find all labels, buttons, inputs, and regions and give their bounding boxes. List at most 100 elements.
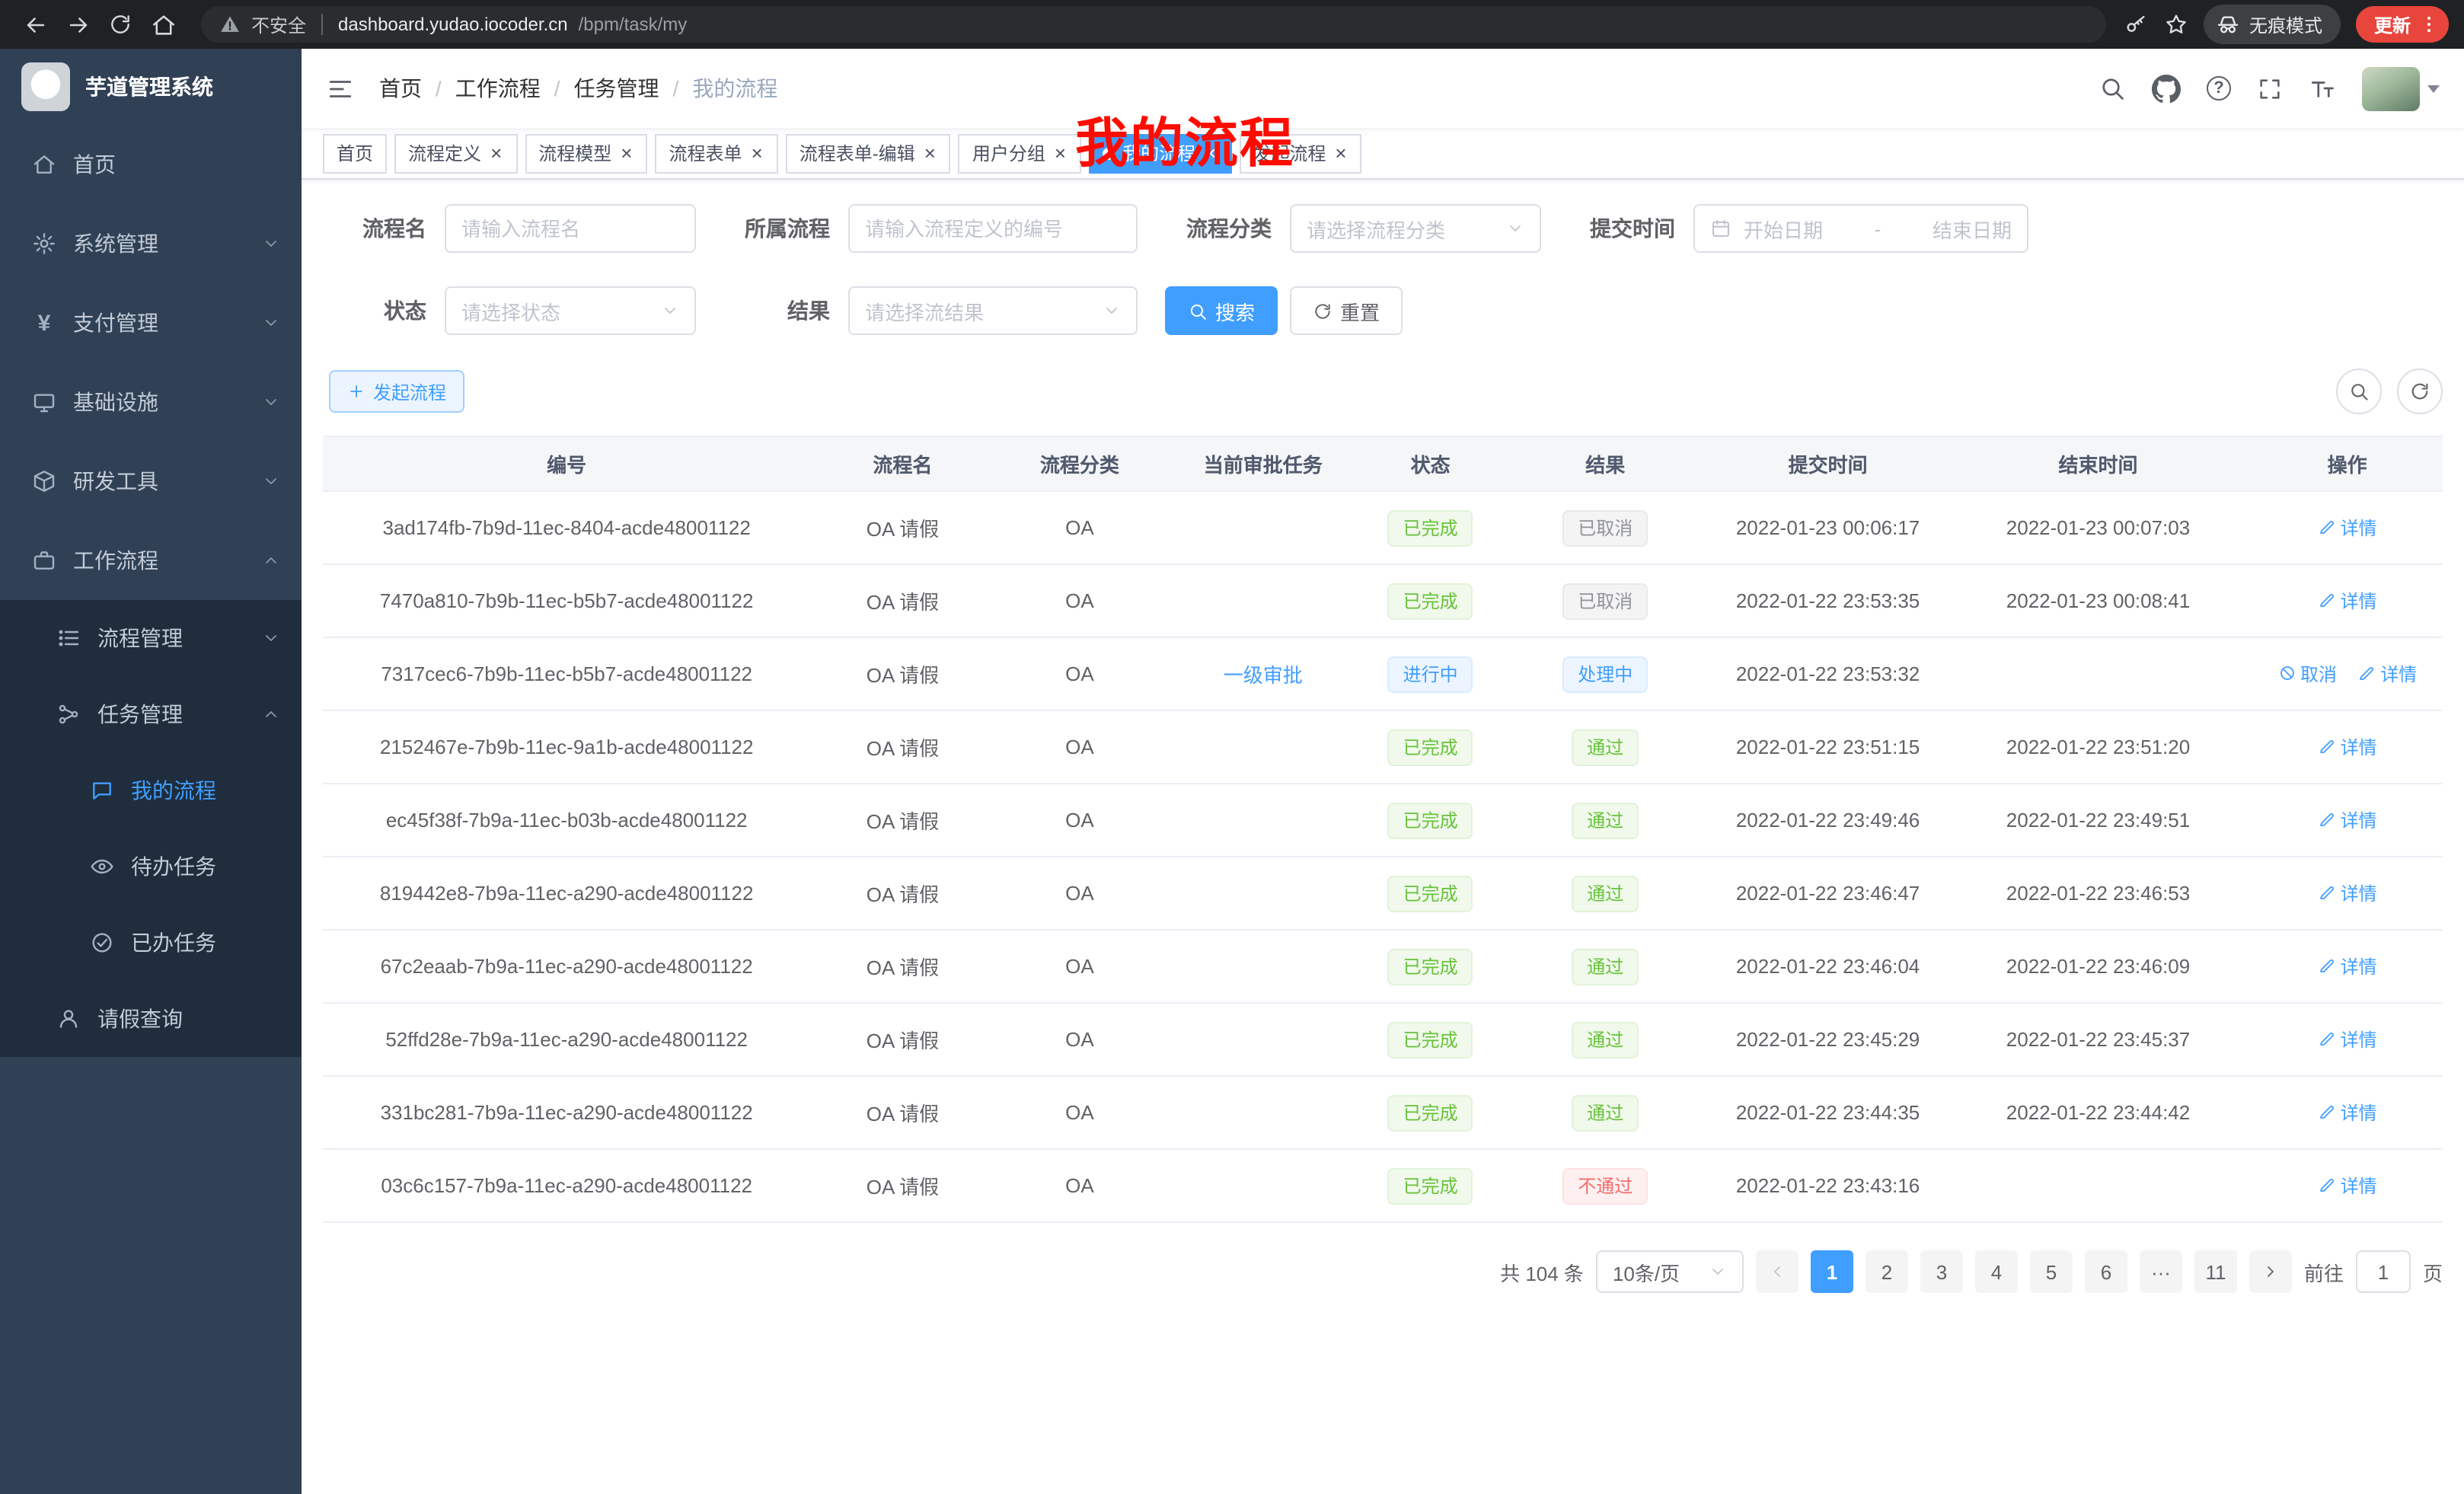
sidebar-item-leave-query[interactable]: 请假查询 xyxy=(0,981,302,1057)
user-menu[interactable] xyxy=(2362,66,2440,110)
cancel-link[interactable]: 取消 xyxy=(2277,661,2337,687)
address-bar[interactable]: 不安全 dashboard.yudao.iocoder.cn/bpm/task/… xyxy=(201,6,2106,43)
start-process-button[interactable]: 发起流程 xyxy=(329,370,464,413)
pagination: 共 104 条 10条/页 1 2 3 4 5 6 ··· 11 前往 页 xyxy=(323,1250,2443,1293)
sidebar-item-home[interactable]: 首页 xyxy=(0,125,302,204)
close-icon[interactable]: × xyxy=(489,143,503,163)
detail-link[interactable]: 详情 xyxy=(2318,515,2377,541)
help-icon[interactable]: ? xyxy=(2207,76,2231,101)
tab-home[interactable]: 首页 xyxy=(323,133,387,173)
cell-id: 331bc281-7b9a-11ec-a290-acde48001122 xyxy=(323,1076,810,1149)
update-button[interactable]: 更新 xyxy=(2356,6,2449,43)
chat-icon xyxy=(88,778,116,803)
detail-link[interactable]: 详情 xyxy=(2318,1100,2377,1125)
check-circle-icon xyxy=(88,931,116,955)
detail-link[interactable]: 详情 xyxy=(2318,1026,2377,1052)
tab-process-form-edit[interactable]: 流程表单-编辑× xyxy=(786,133,951,173)
close-icon[interactable]: × xyxy=(619,143,634,163)
sidebar-item-todo-tasks[interactable]: 待办任务 xyxy=(0,828,302,905)
key-icon[interactable] xyxy=(2124,12,2149,37)
cell-submit-time: 2022-01-22 23:43:16 xyxy=(1711,1149,1944,1222)
process-def-input[interactable] xyxy=(848,204,1138,253)
reset-button[interactable]: 重置 xyxy=(1290,286,1403,335)
cell-submit-time: 2022-01-22 23:45:29 xyxy=(1711,1003,1944,1076)
sidebar-item-system[interactable]: 系统管理 xyxy=(0,204,302,283)
tab-process-definition[interactable]: 流程定义× xyxy=(394,133,517,173)
fullscreen-icon[interactable] xyxy=(2257,75,2283,101)
close-icon[interactable]: × xyxy=(1053,143,1068,163)
browser-reload-button[interactable] xyxy=(101,5,140,44)
font-size-icon[interactable] xyxy=(2309,75,2336,102)
close-icon[interactable]: × xyxy=(923,143,937,163)
result-badge: 不通过 xyxy=(1562,1167,1648,1204)
detail-link[interactable]: 详情 xyxy=(2357,661,2417,687)
sidebar-item-task-mgmt[interactable]: 任务管理 xyxy=(0,676,302,752)
browser-home-button[interactable] xyxy=(143,5,183,44)
task-link[interactable]: 一级审批 xyxy=(1224,659,1303,688)
prev-page-button[interactable] xyxy=(1756,1250,1799,1293)
search-icon[interactable] xyxy=(2099,75,2126,102)
page-button-6[interactable]: 6 xyxy=(2085,1250,2127,1293)
category-select[interactable]: 请选择流程分类 xyxy=(1290,204,1541,253)
filter-status: 状态 请选择状态 xyxy=(329,286,696,335)
date-range-picker[interactable]: 开始日期 - 结束日期 xyxy=(1693,204,2028,253)
goto-page-input[interactable] xyxy=(2356,1250,2411,1293)
user-icon xyxy=(55,1007,82,1031)
chrome-actions: 无痕模式 更新 xyxy=(2124,5,2449,44)
sidebar-item-done-tasks[interactable]: 已办任务 xyxy=(0,905,302,981)
detail-link[interactable]: 详情 xyxy=(2318,1173,2377,1199)
result-select[interactable]: 请选择流结果 xyxy=(848,286,1138,335)
search-button[interactable]: 搜索 xyxy=(1165,286,1278,335)
sidebar-item-process-mgmt[interactable]: 流程管理 xyxy=(0,600,302,676)
browser-forward-button[interactable] xyxy=(58,5,97,44)
github-icon[interactable] xyxy=(2152,74,2181,103)
page-button-5[interactable]: 5 xyxy=(2030,1250,2073,1293)
page-ellipsis[interactable]: ··· xyxy=(2140,1250,2182,1293)
close-icon[interactable]: × xyxy=(750,143,764,163)
cell-id: 7470a810-7b9b-11ec-b5b7-acde48001122 xyxy=(323,564,810,637)
logo-image xyxy=(21,62,70,111)
detail-link[interactable]: 详情 xyxy=(2318,880,2377,906)
tab-user-group[interactable]: 用户分组× xyxy=(959,133,1081,173)
page-button-3[interactable]: 3 xyxy=(1920,1250,1963,1293)
close-icon[interactable]: × xyxy=(1333,143,1348,163)
cell-id: 52ffd28e-7b9a-11ec-a290-acde48001122 xyxy=(323,1003,810,1076)
next-page-button[interactable] xyxy=(2249,1250,2292,1293)
process-name-input[interactable] xyxy=(445,204,696,253)
sidebar-item-my-process[interactable]: 我的流程 xyxy=(0,752,302,828)
sidebar-item-payment[interactable]: ¥ 支付管理 xyxy=(0,283,302,362)
table-row: 331bc281-7b9a-11ec-a290-acde48001122 OA … xyxy=(323,1076,2443,1149)
result-badge: 处理中 xyxy=(1562,656,1648,692)
sidebar-item-devtools[interactable]: 研发工具 xyxy=(0,442,302,521)
breadcrumb-task-mgmt[interactable]: 任务管理 xyxy=(574,73,659,104)
browser-back-button[interactable] xyxy=(15,5,55,44)
page-button-4[interactable]: 4 xyxy=(1975,1250,2018,1293)
cell-category: OA xyxy=(995,564,1165,637)
chevron-right-icon xyxy=(2261,1263,2280,1281)
tab-process-model[interactable]: 流程模型× xyxy=(525,133,647,173)
bookmark-star-icon[interactable] xyxy=(2164,12,2188,37)
page-size-select[interactable]: 10条/页 xyxy=(1596,1250,1744,1293)
page-button-1[interactable]: 1 xyxy=(1811,1250,1853,1293)
page-button-11[interactable]: 11 xyxy=(2194,1250,2237,1293)
table-row: 52ffd28e-7b9a-11ec-a290-acde48001122 OA … xyxy=(323,1003,2443,1076)
detail-link[interactable]: 详情 xyxy=(2318,588,2377,614)
sidebar-item-infra[interactable]: 基础设施 xyxy=(0,362,302,442)
toggle-search-button[interactable] xyxy=(2336,369,2382,414)
detail-link[interactable]: 详情 xyxy=(2318,734,2377,760)
sidebar-item-workflow[interactable]: 工作流程 xyxy=(0,521,302,600)
tab-process-form[interactable]: 流程表单× xyxy=(655,133,777,173)
edit-icon xyxy=(2318,1030,2336,1049)
breadcrumb-workflow[interactable]: 工作流程 xyxy=(455,73,541,104)
breadcrumb-home[interactable]: 首页 xyxy=(379,73,422,104)
detail-link[interactable]: 详情 xyxy=(2318,807,2377,833)
refresh-table-button[interactable] xyxy=(2397,369,2443,414)
sidebar: 芋道管理系统 首页 系统管理 ¥ 支付管理 基础设施 研发工具 工作 xyxy=(0,49,302,1494)
filter-row-2: 状态 请选择状态 结果 请选择流结果 搜索 xyxy=(323,286,2443,335)
page-button-2[interactable]: 2 xyxy=(1866,1250,1908,1293)
hamburger-icon[interactable] xyxy=(326,74,355,103)
incognito-icon xyxy=(2216,12,2240,37)
status-select[interactable]: 请选择状态 xyxy=(445,286,696,335)
sidebar-submenu-workflow: 流程管理 任务管理 我的流程 待办任务 已办任务 请假 xyxy=(0,600,302,1057)
detail-link[interactable]: 详情 xyxy=(2318,953,2377,979)
